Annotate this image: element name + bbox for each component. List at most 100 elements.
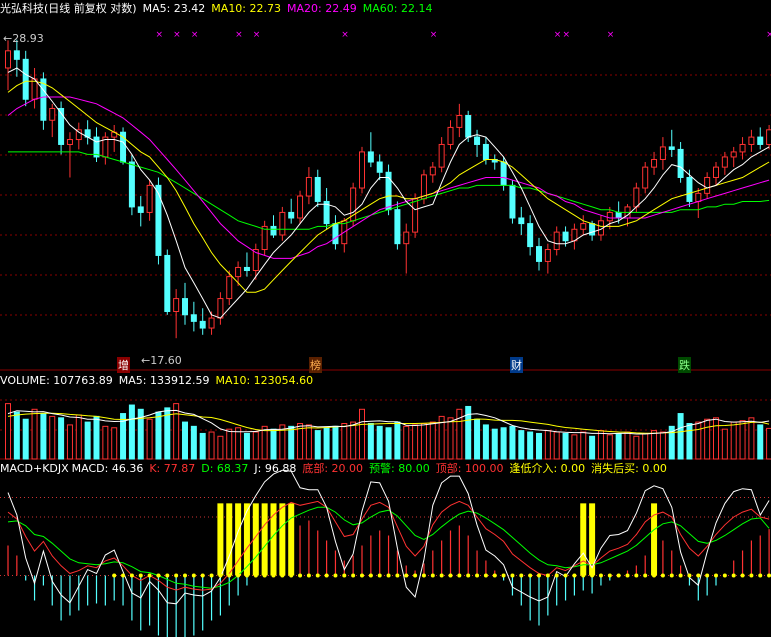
candle-body-18 (164, 254, 171, 312)
bottom-dot-55 (492, 573, 497, 578)
bottom-dot-46 (413, 573, 418, 578)
volume-ma10-readout: MA10: 123054.60 (215, 374, 314, 387)
candle-body-73 (651, 158, 658, 168)
candle-body-1 (13, 50, 20, 60)
top-marker-10: × (766, 30, 771, 40)
bottom-dot-41 (368, 573, 373, 578)
candle-body-31 (279, 211, 286, 236)
volume-bar-67 (597, 430, 604, 460)
bottom-dot-50 (448, 573, 453, 578)
volume-bar-56 (500, 427, 507, 460)
bottom-dot-39 (351, 573, 356, 578)
candle-body-63 (562, 231, 569, 242)
low-price-value: 17.60 (150, 354, 182, 367)
bottom-dot-82 (731, 573, 736, 578)
candle-body-37 (332, 223, 339, 245)
candle-body-61 (544, 249, 551, 262)
buy-low-readout: 逢低介入: 0.00 (509, 462, 586, 475)
volume-bar-26 (235, 427, 242, 460)
bottom-dot-84 (749, 573, 754, 578)
volume-bar-29 (261, 425, 268, 460)
volume-bar-79 (704, 418, 711, 460)
event-label-cai: 财 (510, 357, 523, 373)
bottom-dot-53 (475, 573, 480, 578)
candle-body-49 (438, 143, 445, 168)
volume-bar-60 (536, 432, 542, 460)
top-marker-7: × (554, 30, 562, 40)
candle-body-35 (314, 176, 321, 202)
volume-bar-72 (642, 432, 649, 460)
bottom-dot-48 (430, 573, 435, 578)
ma5-readout: MA5: 23.42 (142, 2, 206, 15)
bottom-dot-69 (616, 573, 621, 578)
candle-body-29 (261, 225, 268, 251)
candle-body-68 (606, 211, 613, 222)
volume-readout: VOLUME: 107763.89 (0, 374, 113, 387)
bottom-dot-59 (528, 573, 533, 578)
low-price-label: ←17.60 (141, 354, 182, 367)
high-price-value: 28.93 (12, 32, 44, 45)
candle-body-45 (403, 231, 410, 245)
candle-body-7 (66, 139, 73, 145)
top-marker-4: × (253, 30, 261, 40)
bottom-dot-20 (183, 573, 187, 578)
bottom-dot-45 (404, 573, 409, 578)
bottom-dot-30 (271, 573, 276, 578)
volume-bar-81 (721, 428, 728, 460)
bottom-dot-71 (634, 573, 639, 578)
volume-bar-34 (305, 424, 312, 460)
volume-bar-77 (686, 423, 693, 460)
candle-body-62 (553, 231, 560, 251)
candle-body-33 (297, 195, 304, 219)
bottom-dot-65 (581, 573, 586, 578)
volume-bar-25 (226, 428, 233, 460)
volume-bar-45 (403, 425, 410, 460)
bottom-dot-79 (705, 573, 710, 578)
candle-body-23 (208, 317, 215, 329)
volume-bar-69 (615, 432, 622, 460)
bottom-dot-44 (395, 573, 400, 578)
candle-body-24 (217, 298, 224, 319)
bottom-dot-13 (121, 573, 126, 578)
volume-bar-23 (208, 431, 215, 460)
bottom-dot-68 (607, 573, 612, 578)
volume-bar-58 (518, 430, 525, 460)
candle-body-50 (447, 126, 454, 145)
volume-bar-36 (323, 427, 330, 460)
candle-body-86 (766, 129, 771, 145)
top-marker-1: × (173, 30, 181, 40)
bottom-dot-61 (545, 573, 550, 578)
bottom-dot-49 (439, 573, 444, 578)
candle-body-77 (686, 176, 693, 202)
k-readout: K: 77.87 (149, 462, 196, 475)
bottom-dot-27 (244, 573, 249, 578)
ma10-readout: MA10: 22.73 (211, 2, 282, 15)
volume-bar-55 (491, 428, 498, 460)
candle-body-74 (659, 146, 666, 160)
candle-body-20 (182, 298, 188, 316)
bottom-dot-47 (421, 573, 426, 578)
bottom-dot-85 (758, 573, 763, 578)
candle-body-52 (465, 115, 472, 138)
bottom-dot-26 (236, 573, 241, 578)
candle-body-14 (128, 161, 135, 208)
candle-body-51 (456, 115, 463, 128)
volume-bar-39 (350, 421, 357, 460)
volume-bar-47 (420, 423, 427, 460)
candle-body-4 (40, 78, 47, 121)
bottom-dot-28 (253, 573, 258, 578)
bottom-dot-78 (696, 573, 701, 578)
volume-bar-17 (155, 411, 162, 460)
candle-body-58 (518, 217, 525, 225)
high-price-label: ←28.93 (3, 32, 44, 45)
volume-bar-3 (31, 408, 38, 460)
candle-body-15 (137, 206, 144, 213)
bottom-dot-74 (660, 573, 665, 578)
signal-bar-8 (288, 503, 295, 576)
volume-bar-43 (385, 427, 392, 460)
volume-header: VOLUME: 107763.89 MA5: 133912.59 MA10: 123… (0, 374, 319, 388)
bottom-dot-19 (174, 573, 179, 578)
bottom-dot-43 (386, 573, 391, 578)
j-readout: J: 96.88 (254, 462, 297, 475)
volume-bar-65 (580, 431, 587, 460)
